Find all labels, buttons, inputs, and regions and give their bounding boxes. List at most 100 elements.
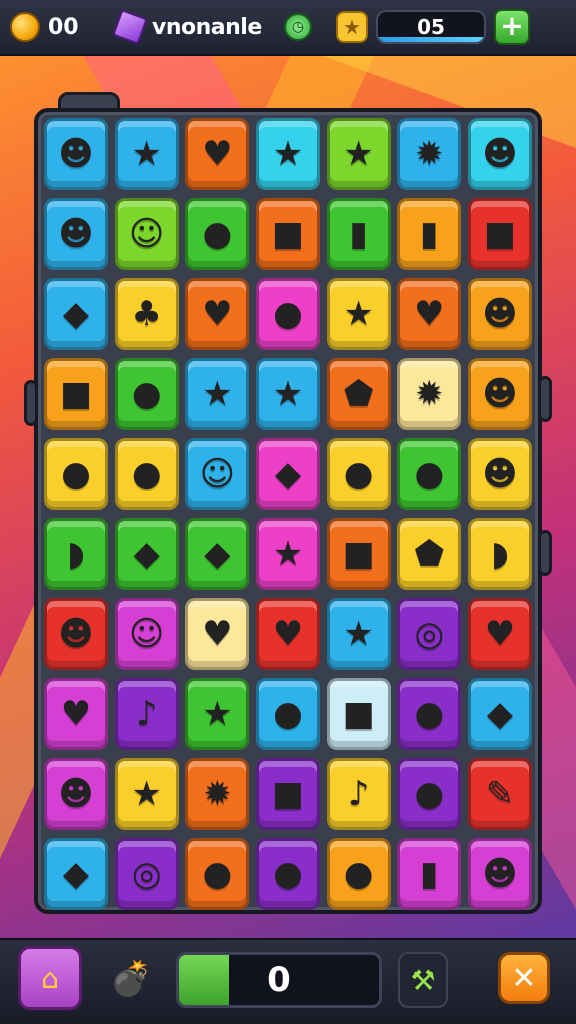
tile-yellow-star[interactable]: ★ [114, 758, 179, 830]
tile-yellow-star[interactable]: ★ [326, 118, 391, 190]
tile-green-lemon[interactable]: ● [114, 438, 179, 510]
tile-white-onion[interactable]: ● [255, 838, 320, 910]
tile-blue-creature[interactable]: ■ [255, 198, 320, 270]
blue-heart-icon: ♥ [202, 134, 233, 174]
tile-yellow-star[interactable]: ★ [185, 678, 250, 750]
tile-purple-eggplant[interactable]: ◆ [114, 518, 179, 590]
tile-blue-crystal-pen[interactable]: ✎ [467, 758, 532, 830]
tile-white-ball-face[interactable]: ● [255, 278, 320, 350]
tile-orange-turnip[interactable]: ● [397, 678, 462, 750]
yellow-star-icon: ★ [131, 134, 162, 174]
tile-blue-heart[interactable]: ♥ [185, 118, 250, 190]
tile-green-crystal[interactable]: ◆ [44, 838, 108, 910]
tile-purple-cat-face[interactable]: ☻ [467, 118, 532, 190]
orange-turnip-icon: ● [414, 694, 445, 734]
tile-green-apple-star[interactable]: ★ [326, 278, 391, 350]
tile-red-splat[interactable]: ✹ [185, 758, 250, 830]
tile-green-note[interactable]: ♪ [114, 678, 179, 750]
tile-red-heart[interactable]: ♥ [397, 278, 462, 350]
tile-pink-heart[interactable]: ♥ [185, 278, 250, 350]
bomb-button[interactable]: 💣 [104, 952, 158, 1006]
yellow-egg-icon: ● [202, 854, 233, 894]
tile-yellow-blob[interactable]: ♥ [44, 678, 108, 750]
clock-icon[interactable]: ◷ [284, 13, 312, 41]
tile-orange-creature[interactable]: ☺ [114, 598, 179, 670]
hammer-icon: ⚒ [410, 963, 436, 997]
pink-apple-icon: ● [343, 454, 374, 494]
yellow-star-icon: ★ [131, 774, 162, 814]
yellow-star-icon: ★ [202, 374, 233, 414]
hammer-button[interactable]: ⚒ [398, 952, 448, 1008]
tile-red-apple[interactable]: ● [114, 358, 179, 430]
tile-blue-leaf[interactable]: ◆ [44, 278, 108, 350]
tile-yellow-star[interactable]: ★ [255, 518, 320, 590]
tile-yellow-bottle[interactable]: ▮ [397, 838, 462, 910]
green-crystal-icon: ◆ [486, 694, 514, 734]
tile-green-crystal[interactable]: ◆ [467, 678, 532, 750]
tile-yellow-cat-face[interactable]: ☺ [185, 438, 250, 510]
tile-orange-sun[interactable]: ✹ [397, 118, 462, 190]
gray-creature-icon: ■ [483, 214, 516, 254]
close-icon: ✕ [511, 960, 537, 996]
tile-gray-creature[interactable]: ■ [467, 198, 532, 270]
tile-orange-blob[interactable]: ♣ [114, 278, 179, 350]
tile-dark-creature[interactable]: ☻ [467, 838, 532, 910]
tile-yellow-block-face[interactable]: ■ [44, 358, 108, 430]
tile-orange-leaf[interactable]: ◆ [255, 438, 320, 510]
tile-orange-cookie[interactable]: ■ [326, 678, 391, 750]
red-bottle-icon: ▮ [419, 214, 439, 254]
tile-purple-heart[interactable]: ♥ [185, 598, 250, 670]
tile-pink-apple[interactable]: ● [326, 438, 391, 510]
tile-orange-sun[interactable]: ✹ [397, 358, 462, 430]
home-icon: ⌂ [41, 961, 59, 995]
home-button[interactable]: ⌂ [18, 946, 82, 1010]
tile-green-box[interactable]: ■ [326, 518, 391, 590]
yellow-star-icon: ★ [272, 534, 304, 574]
tile-green-apple[interactable]: ● [397, 758, 462, 830]
tile-blue-crystal[interactable]: ⬟ [397, 518, 462, 590]
tile-red-note[interactable]: ♪ [326, 758, 391, 830]
pink-heart-icon: ♥ [202, 294, 233, 334]
green-frog-face-icon: ☻ [482, 374, 518, 414]
purple-heart-icon: ♥ [202, 614, 233, 654]
tile-green-square[interactable]: ■ [255, 758, 320, 830]
tile-orange-gem[interactable]: ◆ [185, 518, 250, 590]
top-bar: 00 vnonanle ◷ ★ 05 + [0, 0, 576, 56]
red-note-icon: ♪ [347, 774, 370, 814]
tile-green-frog-face[interactable]: ☻ [467, 358, 532, 430]
tile-yellow-egg[interactable]: ● [185, 838, 250, 910]
tile-green-heart[interactable]: ♥ [467, 598, 532, 670]
tile-yellow-ring[interactable]: ◎ [114, 838, 179, 910]
green-apple-icon: ● [414, 774, 445, 814]
tile-blue-pentagon[interactable]: ⬟ [326, 358, 391, 430]
tile-bear-face[interactable]: ☻ [467, 278, 532, 350]
bottom-bar: ⌂ 💣 0 ⚒ ✕ [0, 938, 576, 1024]
tile-purple-cat-face[interactable]: ☻ [44, 118, 108, 190]
tile-green-star[interactable]: ★ [255, 358, 320, 430]
yellow-bottle-icon: ▮ [419, 854, 439, 894]
tile-red-bottle[interactable]: ▮ [397, 198, 462, 270]
tile-green-heart[interactable]: ♥ [255, 598, 320, 670]
tile-purple-ball-face[interactable]: ● [185, 198, 250, 270]
tile-green-pea-pod[interactable]: ◗ [44, 518, 108, 590]
tile-orange-fruit[interactable]: ● [44, 438, 108, 510]
orange-sun-icon: ✹ [415, 374, 444, 414]
green-cat-face-icon: ☻ [58, 214, 94, 254]
tile-dark-bug[interactable]: ● [397, 438, 462, 510]
tile-lion-face[interactable]: ☻ [467, 438, 532, 510]
tile-orange-starfish[interactable]: ★ [326, 598, 391, 670]
tile-yellow-star[interactable]: ★ [185, 358, 250, 430]
tile-green-apple[interactable]: ● [255, 678, 320, 750]
tile-yellow-star[interactable]: ★ [114, 118, 179, 190]
tile-blue-bottle[interactable]: ▮ [326, 198, 391, 270]
tile-pink-pig-face[interactable]: ☻ [44, 598, 108, 670]
tile-green-cat-face[interactable]: ☻ [44, 198, 108, 270]
tile-white-smile-face[interactable]: ☺ [114, 198, 179, 270]
tile-purple-pod[interactable]: ◗ [467, 518, 532, 590]
tile-orange-fruit[interactable]: ● [326, 838, 391, 910]
add-button[interactable]: + [494, 9, 530, 45]
tile-yellow-star[interactable]: ★ [255, 118, 320, 190]
close-button[interactable]: ✕ [498, 952, 550, 1004]
tile-orange-crab-face[interactable]: ☻ [44, 758, 108, 830]
tile-green-swirl[interactable]: ◎ [397, 598, 462, 670]
